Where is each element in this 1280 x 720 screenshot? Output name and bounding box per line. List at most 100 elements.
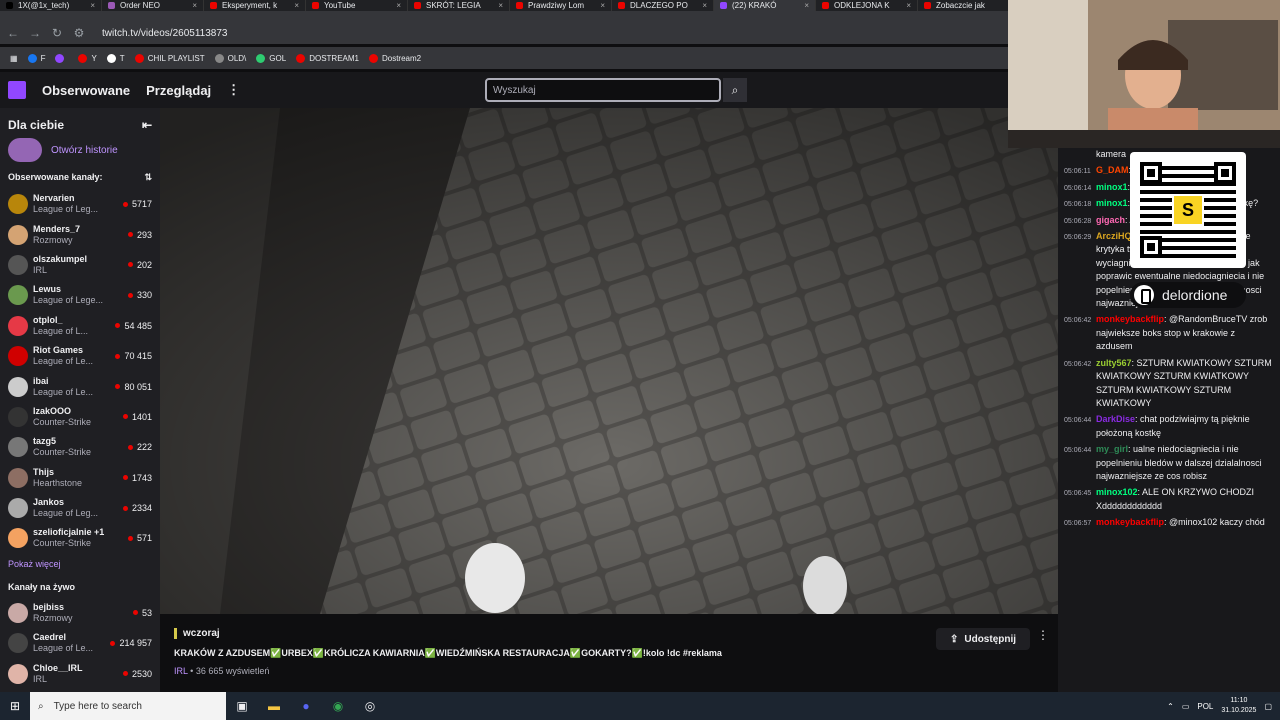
show-more-link[interactable]: Pokaż więcej	[0, 554, 160, 574]
close-icon[interactable]: ×	[702, 1, 707, 10]
nav-browse[interactable]: Przeglądaj	[146, 83, 211, 98]
twitch-logo-icon[interactable]	[8, 81, 26, 99]
obs-icon[interactable]: ◎	[354, 692, 386, 720]
chrome-icon[interactable]: ◉	[322, 692, 354, 720]
share-button[interactable]: ⇪ Udostępnij	[936, 628, 1030, 650]
close-icon[interactable]: ×	[192, 1, 197, 10]
sort-icon[interactable]: ⇅	[144, 172, 152, 183]
chat-username[interactable]: G_DAM	[1096, 165, 1129, 175]
chat-username[interactable]: zulty567	[1096, 358, 1132, 368]
reload-icon[interactable]: ↻	[48, 26, 66, 40]
tray-chevron-icon[interactable]: ⌃	[1167, 702, 1174, 711]
bookmark-item[interactable]: Dostream2	[368, 53, 421, 63]
taskbar-search[interactable]: ⌕ Type here to search	[30, 692, 226, 720]
channel-item[interactable]: Nervarien League of Leg... 5717	[0, 189, 160, 219]
browser-tab[interactable]: Zobaczcie jak×	[918, 0, 1020, 11]
chat-timestamp: 05:06:57	[1064, 520, 1092, 528]
channel-item[interactable]: IzakOOO Counter-Strike 1401	[0, 402, 160, 432]
history-link[interactable]: Otwórz historie	[0, 136, 160, 164]
bookmark-item[interactable]: CHIL PLAYLIST	[134, 53, 205, 63]
channel-item[interactable]: Caedrel League of Le... 214 957	[0, 628, 160, 658]
windows-start-icon[interactable]: ⊞	[0, 699, 30, 713]
channel-item[interactable]: szelioficjalnie +1 Counter-Strike 571	[0, 523, 160, 553]
search-input[interactable]: Wyszukaj	[485, 78, 721, 102]
file-explorer-icon[interactable]: ▬	[258, 692, 290, 720]
close-icon[interactable]: ×	[294, 1, 299, 10]
channel-text: szelioficjalnie +1 Counter-Strike	[33, 527, 104, 549]
network-icon[interactable]: ▭	[1182, 702, 1190, 711]
channel-item[interactable]: Riot Games League of Le... 70 415	[0, 341, 160, 371]
bookmark-item[interactable]: GOL	[256, 53, 287, 63]
site-info-icon[interactable]: ⚙	[70, 26, 88, 40]
more-options-icon[interactable]: ⋮	[1036, 628, 1050, 642]
channel-game: League of Leg...	[33, 204, 99, 215]
bookmark-item[interactable]: OLD\	[214, 53, 246, 63]
browser-tab[interactable]: DLACZEGO PO ×	[612, 0, 714, 11]
task-view-icon[interactable]: ▣	[226, 692, 258, 720]
close-icon[interactable]: ×	[498, 1, 503, 10]
channel-text: Riot Games League of Le...	[33, 345, 93, 367]
clock[interactable]: 11:10 31.10.2025	[1221, 696, 1256, 716]
notification-icon[interactable]: ▢	[1264, 702, 1272, 711]
channel-item[interactable]: Chloe__IRL IRL 2530	[0, 658, 160, 688]
back-icon[interactable]: ←	[4, 26, 22, 40]
close-icon[interactable]: ×	[90, 1, 95, 10]
close-icon[interactable]: ×	[396, 1, 401, 10]
channel-item[interactable]: Jankos League of Leg... 2334	[0, 493, 160, 523]
browser-tab[interactable]: SKRÓT: LEGIA ×	[408, 0, 510, 11]
channel-name: Nervarien	[33, 193, 75, 204]
forward-icon[interactable]: →	[26, 26, 44, 40]
chat-username[interactable]: minox1	[1096, 182, 1128, 192]
close-icon[interactable]: ×	[600, 1, 605, 10]
channel-item[interactable]: tazg5 Counter-Strike 222	[0, 432, 160, 462]
bookmark-item[interactable]: DOSTREAM1	[296, 53, 359, 63]
browser-tab[interactable]: Eksperyment, k ×	[204, 0, 306, 11]
apps-icon[interactable]: ▦	[10, 54, 18, 63]
avatar	[8, 467, 28, 488]
channel-game: Hearthstone	[33, 477, 83, 488]
chat-username[interactable]: gigach	[1096, 215, 1125, 225]
close-icon[interactable]: ×	[804, 1, 809, 10]
bookmark-item[interactable]: F	[27, 53, 45, 63]
chat-username[interactable]: monkeybackflip	[1096, 517, 1164, 527]
chat-username[interactable]: minox102	[1096, 487, 1138, 497]
browser-tab[interactable]: 1X(@1x_tech) ×	[0, 0, 102, 11]
bookmark-favicon-icon	[27, 53, 37, 63]
bookmark-label: T	[119, 53, 125, 63]
browser-tab[interactable]: Prawdziwy Lom ×	[510, 0, 612, 11]
browser-tab[interactable]: Order NEO ×	[102, 0, 204, 11]
search-icon[interactable]: ⌕	[723, 78, 747, 102]
chat-username[interactable]: monkeybackflip	[1096, 314, 1164, 324]
language-indicator[interactable]: POL	[1197, 702, 1213, 711]
browser-tab[interactable]: ODKLEJONA K ×	[816, 0, 918, 11]
channel-item[interactable]: otplol_ League of L... 54 485	[0, 311, 160, 341]
channel-name: Thijs	[33, 466, 55, 477]
channel-item[interactable]: bejbiss Rozmowy 53	[0, 598, 160, 628]
channel-item[interactable]: Thijs Hearthstone 1743	[0, 463, 160, 493]
bookmark-item[interactable]: Y	[78, 53, 97, 63]
nav-following[interactable]: Obserwowane	[42, 83, 130, 98]
category-link[interactable]: IRL	[174, 666, 188, 676]
more-menu-icon[interactable]: ⋮	[227, 82, 240, 98]
address-input[interactable]: twitch.tv/videos/2605113873	[102, 28, 227, 39]
chat-username[interactable]: DarkDise	[1096, 414, 1135, 424]
bookmark-item[interactable]: T	[106, 53, 125, 63]
browser-tab[interactable]: (22) KRAKÓ ×	[714, 0, 816, 11]
browser-tab[interactable]: YouTube ×	[306, 0, 408, 11]
channel-item[interactable]: olszakumpel IRL 202	[0, 250, 160, 280]
chat-username[interactable]: my_girl	[1096, 444, 1128, 454]
chat-username[interactable]: minox1	[1096, 198, 1128, 208]
chat-message: 05:06:44 my_girl: ualne niedociagniecia i…	[1058, 443, 1280, 486]
chat-message: 05:06:45 minox102: ALE ON KRZYWO CHODZI X…	[1058, 486, 1280, 516]
channel-item[interactable]: Lewus League of Lege... 330	[0, 280, 160, 310]
channel-item[interactable]: ibai League of Le... 80 051	[0, 371, 160, 401]
video-player[interactable]	[160, 108, 1058, 614]
bookmark-item[interactable]	[55, 53, 68, 63]
channel-item[interactable]: Menders_7 Rozmowy 293	[0, 219, 160, 249]
discord-icon[interactable]: ●	[290, 692, 322, 720]
viewer-count: 293	[128, 230, 152, 240]
chat-username[interactable]: ArcziHQ	[1096, 231, 1132, 241]
close-icon[interactable]: ×	[906, 1, 911, 10]
collapse-icon[interactable]: ⇤	[142, 118, 152, 132]
bookmark-label: GOL	[269, 53, 287, 63]
